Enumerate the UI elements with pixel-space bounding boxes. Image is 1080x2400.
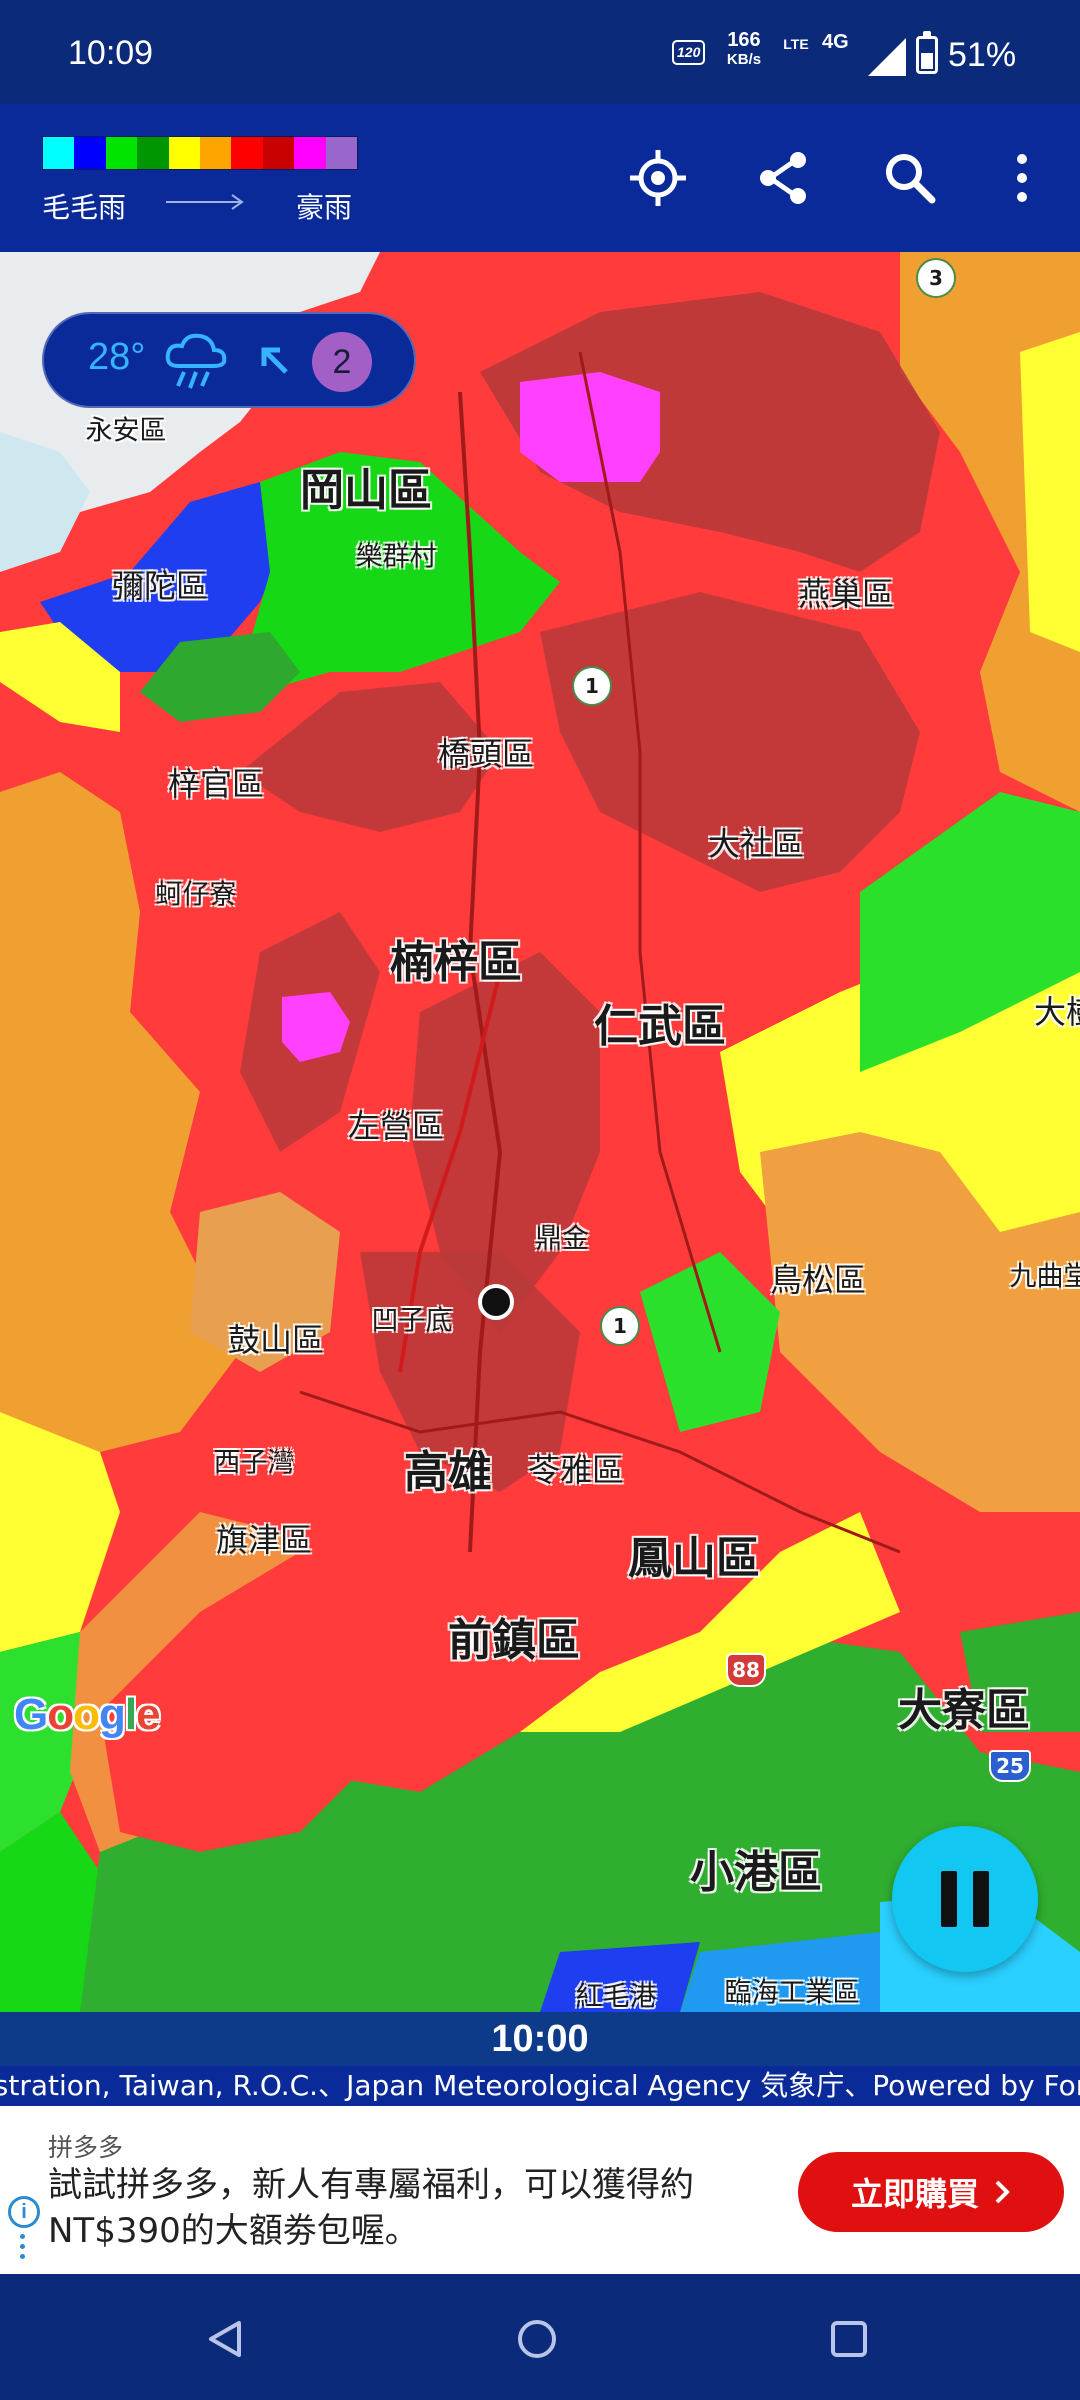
wind-direction-arrow-icon	[261, 347, 288, 374]
volte-icon: LTE	[783, 36, 809, 52]
current-weather-pill[interactable]: 28° 2	[42, 312, 416, 408]
refresh-rate-icon: 120	[672, 40, 706, 65]
place-label: 蚵仔寮	[155, 879, 237, 911]
battery-percent: 51%	[948, 36, 1017, 74]
place-label: 梓官區	[167, 765, 265, 803]
legend-swatch	[294, 137, 326, 169]
place-label: 永安區	[85, 415, 167, 447]
route-shield-88: 88	[726, 1653, 766, 1687]
share-button[interactable]	[752, 146, 816, 210]
route-shield-25: 25	[989, 1750, 1031, 1782]
ad-brand: 拼多多	[48, 2133, 124, 2162]
battery-fill	[921, 52, 933, 69]
legend-swatch	[200, 137, 232, 169]
place-label: 左營區	[347, 1107, 445, 1145]
search-icon	[886, 154, 936, 204]
place-label: 鼓山區	[227, 1321, 325, 1359]
search-button[interactable]	[878, 146, 942, 210]
pause-icon	[941, 1871, 957, 1927]
radar-map[interactable]: 永安區 岡山區 樂群村 彌陀區 燕巢區 橋頭區 梓官區 大社區 蚵仔寮 楠梓區 …	[0, 252, 1080, 2012]
legend-swatch	[105, 137, 138, 169]
place-label: 岡山區	[300, 465, 432, 516]
wind-level-badge: 2	[312, 332, 372, 392]
place-label: 大社區	[707, 825, 805, 863]
place-label: 橋頭區	[437, 735, 535, 773]
place-label: 小港區	[690, 1847, 822, 1898]
ad-cta-label: 立即購買	[850, 2175, 979, 2213]
place-label: 燕巢區	[797, 575, 895, 613]
place-label: 仁武區	[594, 1001, 726, 1052]
place-label: 高雄	[404, 1447, 492, 1498]
more-vert-icon	[1017, 154, 1027, 202]
my-location-icon	[630, 150, 686, 206]
back-button[interactable]	[190, 2304, 260, 2374]
status-time: 10:09	[68, 34, 154, 72]
recents-square-icon	[831, 2321, 867, 2357]
network-speed-value: 166	[727, 29, 761, 51]
status-bar: 10:09 120 166 KB/s LTE 4G 51%	[0, 0, 1080, 104]
route-shield-1: 1	[572, 666, 612, 706]
system-navigation-bar	[0, 2274, 1080, 2400]
legend-swatch	[137, 137, 169, 169]
heavy-rain-icon	[165, 333, 227, 389]
place-label: 大樹	[1033, 993, 1080, 1031]
place-label: 樂群村	[355, 541, 437, 573]
recents-button[interactable]	[814, 2304, 884, 2374]
place-label: 九曲堂	[1009, 1261, 1080, 1293]
locate-button[interactable]	[626, 146, 690, 210]
place-label: 鳳山區	[628, 1533, 760, 1584]
temperature: 28°	[88, 336, 146, 378]
legend-swatch	[325, 137, 358, 169]
google-logo: Google	[14, 1690, 161, 1739]
place-label: 彌陀區	[111, 567, 209, 605]
current-location-marker	[478, 1284, 514, 1320]
data-attribution: istration, Taiwan, R.O.C.、Japan Meteorol…	[0, 2066, 1080, 2106]
network-speed-unit: KB/s	[726, 51, 762, 68]
place-label: 鼎金	[535, 1223, 589, 1255]
network-speed: 166 KB/s	[718, 30, 770, 70]
battery-icon	[916, 31, 938, 74]
place-label: 旗津區	[215, 1521, 313, 1559]
ad-info-icon[interactable]: i	[8, 2196, 40, 2228]
legend-max-label: 豪雨	[296, 192, 353, 223]
legend-swatch	[262, 137, 295, 169]
place-label: 苓雅區	[527, 1451, 625, 1489]
home-button[interactable]	[502, 2304, 572, 2374]
chevron-right-icon	[995, 2180, 1010, 2204]
ad-options-icon[interactable]	[20, 2234, 26, 2264]
rain-intensity-legend	[42, 136, 358, 170]
place-label: 鳥松區	[769, 1261, 867, 1299]
more-options-button[interactable]	[990, 146, 1054, 210]
place-label: 臨海工業區	[724, 1977, 860, 2009]
ad-text: 試試拼多多，新人有專屬福利，可以獲得約NT$390的大額劵包喔。	[48, 2165, 694, 2251]
signal-icon	[868, 38, 906, 76]
ad-banner[interactable]: 拼多多 試試拼多多，新人有專屬福利，可以獲得約NT$390的大額劵包喔。 i 立…	[0, 2106, 1080, 2274]
app-bar: 毛毛雨 豪雨	[0, 104, 1080, 252]
legend-swatch	[168, 137, 201, 169]
ad-cta-button[interactable]: 立即購買	[798, 2152, 1064, 2232]
place-label: 紅毛港	[575, 1981, 657, 2013]
legend-swatch	[74, 137, 106, 169]
legend-swatch	[231, 137, 263, 169]
arrow-right-icon	[166, 194, 244, 210]
back-triangle-icon	[209, 2321, 241, 2357]
route-shield-3: 3	[916, 258, 956, 298]
share-icon	[760, 152, 806, 204]
home-circle-icon	[518, 2320, 556, 2358]
legend-min-label: 毛毛雨	[42, 192, 127, 223]
place-label: 楠梓區	[390, 937, 522, 988]
pause-icon	[973, 1871, 989, 1927]
place-label: 西子灣	[213, 1447, 295, 1479]
place-label: 凹子底	[371, 1305, 453, 1337]
route-shield-1: 1	[600, 1306, 640, 1346]
legend-swatch	[43, 137, 75, 169]
place-label: 前鎮區	[448, 1615, 580, 1666]
place-label: 大寮區	[898, 1685, 1030, 1736]
network-type: 4G	[822, 31, 849, 53]
radar-overlay	[0, 252, 1080, 2012]
radar-time-label: 10:00	[0, 2012, 1080, 2066]
pause-button[interactable]	[892, 1826, 1038, 1972]
